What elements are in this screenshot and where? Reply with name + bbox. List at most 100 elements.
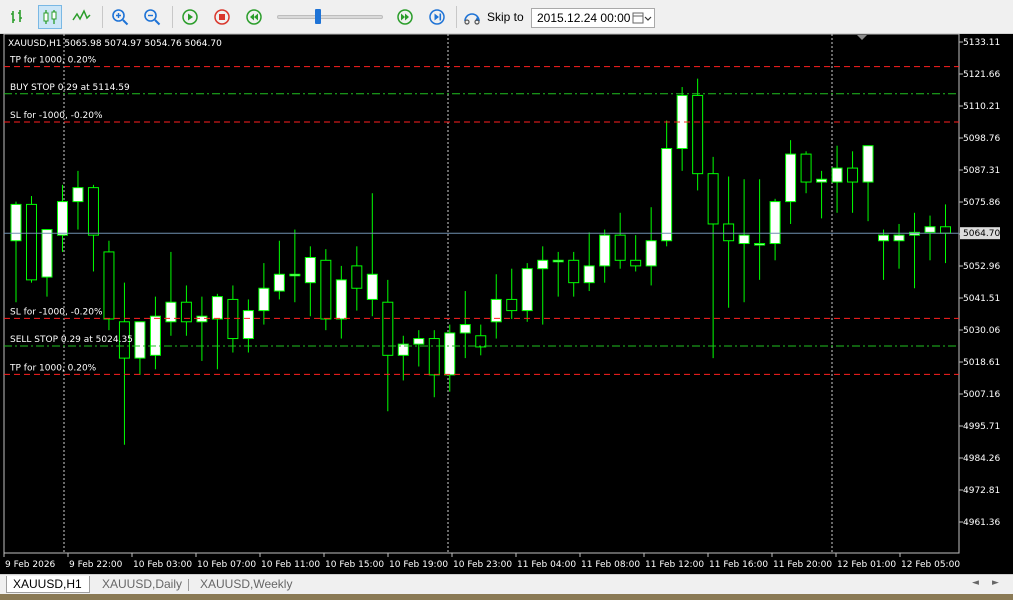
tab-scroll-right-icon[interactable]: ► [992,578,999,588]
plot-border [3,34,960,554]
x-axis-tick-label: 10 Feb 15:00 [325,560,384,570]
x-axis-tick-label: 10 Feb 23:00 [453,560,512,570]
bull-candle-body [816,178,828,183]
bull-candle-body [134,321,146,359]
skip-to-button[interactable] [462,5,486,29]
y-axis-tick-label: 5052.96 [963,262,1000,272]
bear-candle-body [382,301,394,356]
tab-separator [188,579,189,591]
y-axis-tick-label: 4984.26 [963,454,1000,464]
zoom-out-icon [144,9,161,26]
zoom-out-button[interactable] [140,5,164,29]
bear-candle-body [25,203,37,281]
bull-candle-body [211,296,223,320]
y-axis-tick-label: 4972.81 [963,486,1000,496]
x-axis-tick-label: 11 Feb 04:00 [517,560,576,570]
bull-candle-body [521,268,533,312]
x-axis-tick-label: 10 Feb 11:00 [261,560,320,570]
bull-candle-body [738,234,750,245]
bull-candle-body [924,226,936,233]
speed-slider-track[interactable] [277,15,383,19]
bull-candle-body [785,153,797,203]
bull-candle-body [304,257,316,284]
stop-icon [214,9,230,25]
bear-candle-body [614,234,626,261]
bull-candle-body [599,234,611,267]
x-axis-tick-label: 11 Feb 16:00 [709,560,768,570]
bear-candle-body [227,298,239,340]
skip-to-label: Skip to [487,10,524,24]
speed-slider-thumb[interactable] [315,9,321,24]
fast-forward-icon [397,9,413,25]
bull-candle-body [258,287,270,312]
step-forward-icon [429,9,445,25]
pending-order-label: BUY STOP 0.29 at 5114.59 [10,83,130,93]
y-axis-tick-label: 4961.36 [963,518,1000,528]
line-chart-icon [72,9,91,21]
candlestick-chart-button[interactable] [38,5,62,29]
bar-chart-icon [11,10,22,23]
bull-candle-body [72,187,84,203]
bull-candle-body [366,273,378,300]
pending-order-label: SELL STOP 0.29 at 5024.35 [10,335,133,345]
bear-candle-body [707,173,719,225]
bear-candle-body [568,259,580,284]
y-axis-tick-label: 5018.61 [963,358,1000,368]
chart-tab[interactable]: XAUUSD,Daily [96,576,188,593]
x-axis-tick-label: 9 Feb 2026 [5,560,56,570]
chart-tab[interactable]: XAUUSD,H1 [6,576,90,593]
skip-to-icon [464,13,480,25]
bull-candle-body [661,148,673,242]
bear-candle-body [723,223,735,242]
x-axis-tick-label: 10 Feb 19:00 [389,560,448,570]
play-icon [182,9,198,25]
bull-candle-body [645,240,657,267]
bear-candle-body [940,226,952,234]
bear-candle-body [103,251,115,320]
bull-candle-body [878,234,890,242]
y-axis-tick-label: 5041.51 [963,294,1000,304]
fast-forward-button[interactable] [393,5,417,29]
tp-sl-label: TP for 1000, 0.20% [9,363,97,373]
y-axis-tick-label: 4995.71 [963,422,1000,432]
tab-scroll-left-icon[interactable]: ◄ [972,578,979,588]
step-forward-button[interactable] [425,5,449,29]
skip-date-picker[interactable]: 2015.12.24 00:00 [531,8,655,28]
candlestick-chart-canvas[interactable]: 5133.11 5121.66 5110.21 5098.76 5087.31 5075.… [0,34,1013,574]
bull-candle-body [769,201,781,245]
stop-button[interactable] [210,5,234,29]
bear-candle-body [692,94,704,175]
bull-candle-body [41,229,53,278]
rewind-button[interactable] [242,5,266,29]
line-chart-button[interactable] [70,5,94,29]
price-chart[interactable]: 5133.11 5121.66 5110.21 5098.76 5087.31 5075.… [0,34,1013,574]
bull-candle-body [831,167,843,183]
x-axis-tick-label: 11 Feb 20:00 [773,560,832,570]
x-axis-tick-label: 12 Feb 01:00 [837,560,896,570]
chart-shift-marker [857,35,867,40]
bull-candle-body [893,234,905,242]
x-axis-tick-label: 12 Feb 05:00 [901,560,960,570]
y-axis-tick-label: 5133.11 [963,38,1000,48]
tp-sl-label: SL for -1000, -0.20% [10,111,103,121]
calendar-dropdown-icon[interactable] [632,11,652,25]
zoom-in-button[interactable] [108,5,132,29]
bull-candle-body [754,243,766,246]
chart-tab-bar: XAUUSD,H1 XAUUSD,Daily XAUUSD,Weekly ◄ ► [0,574,1013,594]
bar-chart-button[interactable] [6,5,30,29]
play-button[interactable] [178,5,202,29]
zoom-in-icon [112,9,129,26]
y-axis-tick-label: 5030.06 [963,326,1000,336]
bull-candle-body [583,265,595,284]
chart-tab[interactable]: XAUUSD,Weekly [194,576,294,593]
current-price-label: 5064.70 [963,229,1000,239]
x-axis-tick-label: 10 Feb 03:00 [133,560,192,570]
x-axis-tick-label: 11 Feb 08:00 [581,560,640,570]
bear-candle-body [320,259,332,320]
bull-candle-body [10,203,22,242]
bear-candle-body [351,265,363,289]
tp-sl-label: SL for -1000, -0.20% [10,307,103,317]
x-axis-tick-label: 11 Feb 12:00 [645,560,704,570]
bear-candle-body [847,167,859,183]
bull-candle-body [444,332,456,376]
